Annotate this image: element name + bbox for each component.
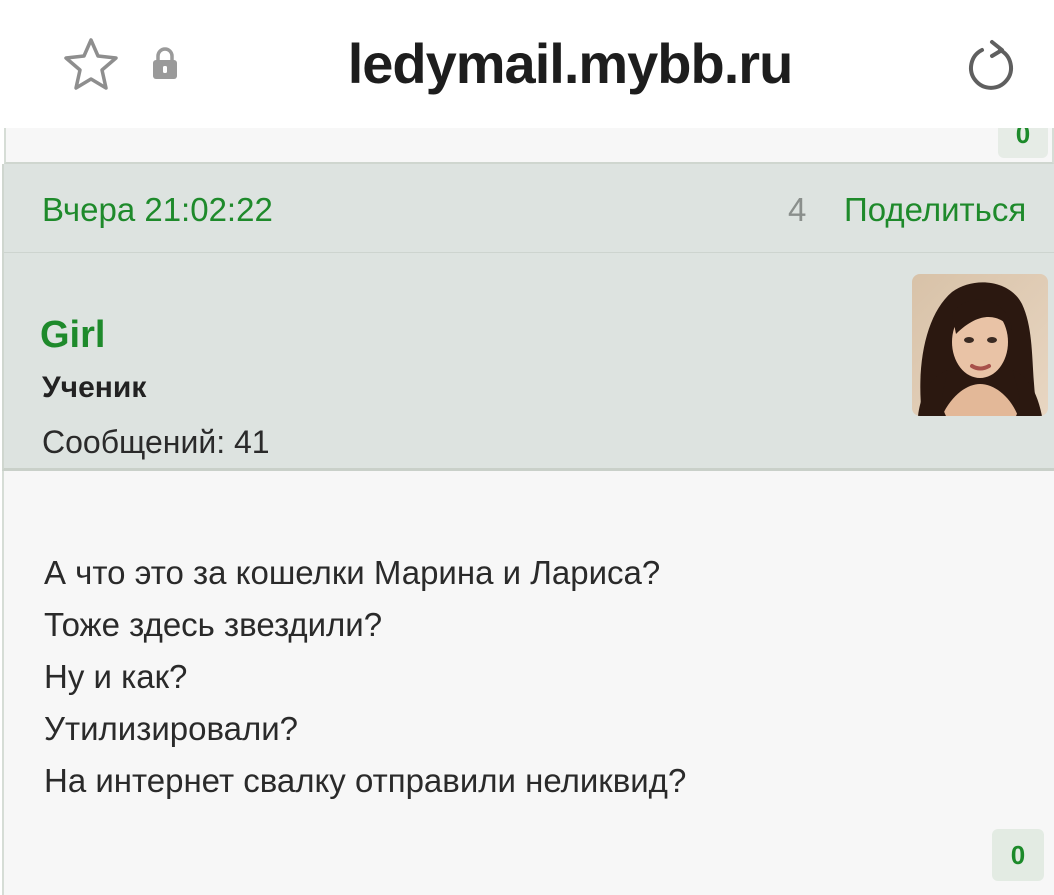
author-rank: Ученик	[42, 371, 147, 404]
post-text-line: Ну и как?	[44, 658, 188, 695]
browser-address-bar: ledymail.mybb.ru	[0, 0, 1054, 128]
avatar[interactable]	[912, 274, 1048, 416]
post-number: 4	[788, 191, 807, 228]
share-link[interactable]: Поделиться	[844, 188, 1026, 232]
post-text-line: А что это за кошелки Марина и Лариса?	[44, 554, 661, 591]
post-header: Вчера 21:02:22 4 Поделиться Girl Ученик …	[2, 164, 1054, 471]
post-respect-counter[interactable]: 0	[992, 829, 1044, 881]
previous-post-respect-counter[interactable]: 0	[998, 128, 1048, 158]
url-text[interactable]: ledymail.mybb.ru	[260, 28, 880, 100]
avatar-image	[912, 274, 1048, 416]
author-name[interactable]: Girl	[40, 312, 105, 358]
post-text-line: Тоже здесь звездили?	[44, 606, 383, 643]
forum-page: 0 Вчера 21:02:22 4 Поделиться Girl Учени…	[0, 128, 1054, 895]
star-icon[interactable]	[62, 36, 120, 92]
post-text-line: Утилизировали?	[44, 710, 299, 747]
post-body: А что это за кошелки Марина и Лариса? То…	[2, 471, 1054, 895]
post-text-line: На интернет свалку отправили неликвид?	[44, 762, 687, 799]
header-divider	[4, 252, 1054, 253]
lock-icon	[153, 47, 177, 79]
previous-post-footer: 0	[4, 128, 1054, 164]
post-date-link[interactable]: Вчера 21:02:22	[42, 188, 273, 232]
author-post-count: Сообщений: 41	[42, 424, 270, 460]
reload-icon[interactable]	[962, 38, 1018, 94]
